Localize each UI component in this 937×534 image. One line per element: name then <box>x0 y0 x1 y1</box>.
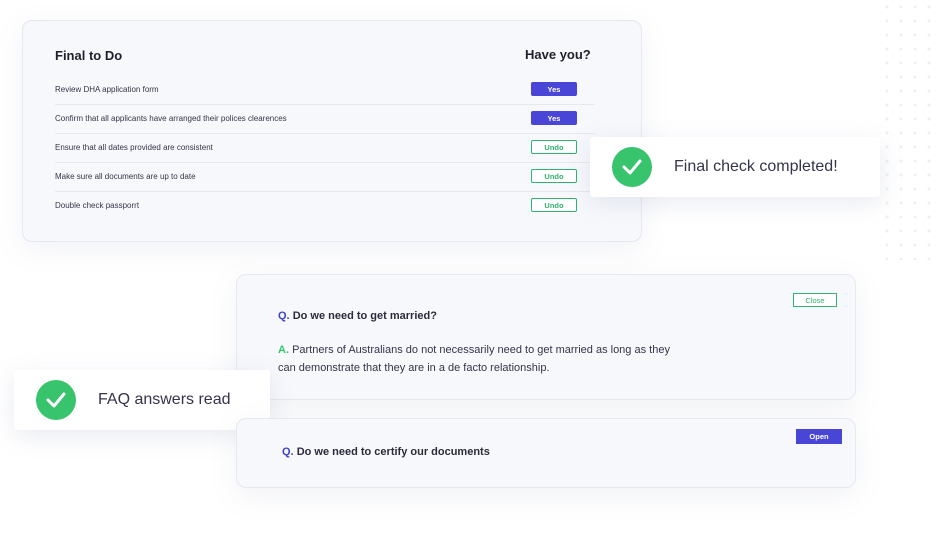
undo-button[interactable]: Undo <box>531 140 577 154</box>
answer-text: Partners of Australians do not necessari… <box>278 344 670 374</box>
final-todo-card: Final to Do Have you? Review DHA applica… <box>22 20 642 242</box>
a-marker: A. <box>278 344 289 356</box>
undo-button[interactable]: Undo <box>531 169 577 183</box>
faq-card: Q. Do we need to certify our documents O… <box>236 418 856 488</box>
undo-button[interactable]: Undo <box>531 198 577 212</box>
faq-read-toast: FAQ answers read <box>14 370 270 430</box>
todo-row: Make sure all documents are up to date U… <box>55 163 595 192</box>
todo-title: Final to Do <box>55 48 123 63</box>
todo-row: Double check passporrt Undo <box>55 192 595 220</box>
todo-item-label: Review DHA application form <box>55 85 159 94</box>
yes-button[interactable]: Yes <box>531 82 577 96</box>
final-check-toast: Final check completed! <box>590 137 880 197</box>
yes-button[interactable]: Yes <box>531 111 577 125</box>
faq-answer: A. Partners of Australians do not necess… <box>278 341 678 377</box>
final-check-text: Final check completed! <box>674 158 838 175</box>
todo-row: Review DHA application form Yes <box>55 76 595 105</box>
q-marker: Q. <box>282 446 294 458</box>
todo-list: Review DHA application form Yes Confirm … <box>55 76 595 220</box>
background-dots <box>880 0 937 260</box>
open-button[interactable]: Open <box>796 429 842 444</box>
q-marker: Q. <box>278 310 290 322</box>
faq-question: Q. Do we need to get married? <box>278 310 437 322</box>
check-circle-icon <box>36 380 76 420</box>
faq-card: Q. Do we need to get married? A. Partner… <box>236 274 856 400</box>
have-you-header: Have you? <box>525 47 591 62</box>
question-text: Do we need to get married? <box>292 310 437 322</box>
faq-read-text: FAQ answers read <box>98 391 231 408</box>
faq-question: Q. Do we need to certify our documents <box>282 446 490 458</box>
question-text: Do we need to certify our documents <box>296 446 490 458</box>
close-button[interactable]: Close <box>793 293 837 307</box>
todo-row: Ensure that all dates provided are consi… <box>55 134 595 163</box>
todo-row: Confirm that all applicants have arrange… <box>55 105 595 134</box>
todo-item-label: Double check passporrt <box>55 201 140 210</box>
todo-item-label: Confirm that all applicants have arrange… <box>55 114 287 123</box>
check-circle-icon <box>612 147 652 187</box>
todo-item-label: Make sure all documents are up to date <box>55 172 196 181</box>
todo-item-label: Ensure that all dates provided are consi… <box>55 143 213 152</box>
